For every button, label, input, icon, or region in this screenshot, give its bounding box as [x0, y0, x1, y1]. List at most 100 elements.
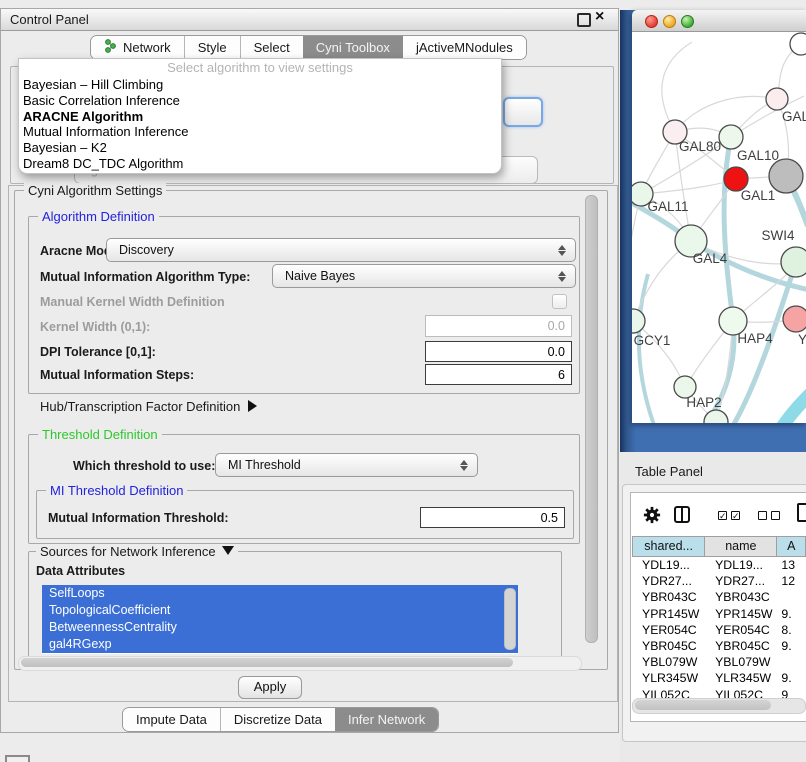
deselect-all-columns-icon[interactable] [758, 511, 780, 520]
dropdown-item[interactable]: Mutual Information Inference [19, 124, 501, 140]
tab-network[interactable]: Network [91, 36, 184, 59]
dropdown-item[interactable]: Basic Correlation Inference [19, 93, 501, 109]
which-threshold-combo[interactable]: MI Threshold [215, 453, 478, 477]
table-cell [777, 654, 806, 670]
network-node-gal10[interactable] [719, 125, 743, 149]
top-tab-bar: Network Style SelectCyni ToolboxjActiveMNo… [90, 35, 527, 60]
table-cell: 9. [777, 606, 806, 622]
mi-algorithm-type-combo[interactable]: Naive Bayes [272, 264, 576, 288]
select-all-columns-icon[interactable]: ✓✓ [718, 511, 740, 520]
mi-threshold-field[interactable]: 0.5 [420, 507, 565, 528]
table-row[interactable]: YDL19...YDL19...13 [632, 557, 806, 573]
network-nodes[interactable]: GALGAL80GAL10GAL1GAL11GAL4SWI4GCY1HAP4YH… [632, 33, 806, 423]
table-cell: 9. [777, 670, 806, 686]
table-row[interactable]: YPR145WYPR145W9. [632, 606, 806, 622]
tab-jactivemnodules[interactable]: jActiveMNodules [403, 36, 526, 59]
mi-threshold-definition-title: MI Threshold Definition [46, 483, 187, 498]
network-node[interactable] [704, 410, 728, 423]
table-row[interactable]: YBR045CYBR045C9. [632, 638, 806, 654]
sources-title-toggle[interactable]: Sources for Network Inference [36, 544, 238, 559]
minimize-traffic-light-icon[interactable] [663, 15, 676, 28]
kernel-width-field[interactable]: 0.0 [425, 315, 572, 337]
table-cell: YBR043C [632, 589, 705, 605]
tab-cyni-toolbox[interactable]: Cyni Toolbox [303, 36, 403, 59]
network-view-window: GALGAL80GAL10GAL1GAL11GAL4SWI4GCY1HAP4YH… [632, 10, 806, 423]
algorithm-combo-fragment[interactable] [503, 97, 543, 127]
column-header[interactable]: shared... [632, 536, 705, 557]
attributes-list-scrollbar[interactable] [504, 588, 516, 650]
apply-button[interactable]: Apply [238, 676, 302, 699]
table-cell: YDL19... [632, 557, 705, 573]
table-row[interactable]: YDR27...YDR27...12 [632, 573, 806, 589]
dropdown-item[interactable]: Dream8 DC_TDC Algorithm [19, 156, 501, 172]
table-cell: 12 [777, 573, 806, 589]
attribute-list-item[interactable]: TopologicalCoefficient [42, 602, 518, 619]
dropdown-item[interactable]: Bayesian – K2 [19, 140, 501, 156]
tab-label: Infer Network [348, 712, 425, 727]
network-node-gal[interactable] [766, 88, 788, 110]
split-panel-icon[interactable] [674, 506, 690, 523]
table-cell: YPR145W [705, 606, 777, 622]
attribute-list-item[interactable]: SelfLoops [42, 585, 518, 602]
hub-section-toggle[interactable]: Hub/Transcription Factor Definition [40, 399, 257, 414]
column-header[interactable]: name [705, 536, 777, 557]
attribute-list-item[interactable]: gal4RGexp [42, 636, 518, 653]
which-threshold-value: MI Threshold [228, 458, 301, 472]
tab-label: Discretize Data [234, 712, 322, 727]
tab-infer-network[interactable]: Infer Network [335, 708, 438, 731]
table-row[interactable]: YER054CYER054C8. [632, 622, 806, 638]
table-row[interactable]: YBL079WYBL079W [632, 654, 806, 670]
table-row[interactable]: YLR345WYLR345W9. [632, 670, 806, 686]
settings-horizontal-scrollbar-thumb[interactable] [21, 658, 513, 667]
close-traffic-light-icon[interactable] [645, 15, 658, 28]
table-cell: 8. [777, 622, 806, 638]
network-node-swi4[interactable] [781, 247, 806, 277]
table-rows: YDL19...YDL19...13YDR27...YDR27...12YBR0… [632, 557, 806, 704]
aracne-mode-combo[interactable]: Discovery [106, 238, 576, 262]
table-horizontal-scrollbar-thumb[interactable] [635, 700, 771, 710]
float-window-icon[interactable] [577, 13, 591, 27]
tab-label: Impute Data [136, 712, 207, 727]
settings-vertical-scrollbar[interactable] [585, 195, 598, 643]
bottom-tab-bar: Impute Data Discretize Data Infer Network [122, 707, 439, 732]
network-canvas[interactable]: GALGAL80GAL10GAL1GAL11GAL4SWI4GCY1HAP4YH… [632, 32, 806, 423]
table-cell: YBL079W [632, 654, 705, 670]
mi-algorithm-type-value: Naive Bayes [285, 269, 355, 283]
table-header: shared...nameA [632, 536, 806, 557]
mi-steps-field[interactable]: 6 [425, 364, 572, 385]
dropdown-item[interactable]: ARACNE Algorithm [19, 109, 501, 125]
attribute-list-item[interactable]: BetweennessCentrality [42, 619, 518, 636]
document-icon[interactable] [797, 503, 806, 522]
dropdown-prompt: Select algorithm to view settings [19, 59, 501, 77]
network-node[interactable] [790, 33, 806, 55]
table-row[interactable]: YBR043CYBR043C [632, 589, 806, 605]
algorithm-dropdown-popup: Select algorithm to view settings Bayesi… [18, 58, 502, 174]
stepper-arrows-icon [558, 269, 566, 284]
data-attributes-list[interactable]: SelfLoopsTopologicalCoefficientBetweenne… [42, 585, 518, 654]
algorithm-definition-title: Algorithm Definition [38, 209, 159, 224]
control-panel-titlebar[interactable] [0, 8, 619, 31]
table-cell: YDL19... [705, 557, 777, 573]
network-node[interactable] [769, 159, 803, 193]
network-window-titlebar[interactable] [632, 10, 806, 32]
network-node-y[interactable] [783, 306, 806, 332]
sources-title: Sources for Network Inference [40, 544, 216, 559]
dpi-tolerance-field[interactable]: 0.0 [425, 341, 572, 362]
corner-chip[interactable] [5, 755, 30, 762]
manual-kernel-checkbox[interactable] [552, 294, 567, 309]
dropdown-item[interactable]: Bayesian – Hill Climbing [19, 77, 501, 93]
collapse-down-icon [222, 546, 234, 555]
tab-discretize-data[interactable]: Discretize Data [220, 708, 335, 731]
zoom-traffic-light-icon[interactable] [681, 15, 694, 28]
manual-kernel-label: Manual Kernel Width Definition [40, 295, 225, 309]
tab-style[interactable]: Style [184, 36, 240, 59]
column-header[interactable]: A [777, 536, 806, 557]
table-cell: YLR345W [632, 670, 705, 686]
close-icon[interactable]: × [595, 8, 604, 26]
gear-icon[interactable] [643, 506, 661, 529]
table-panel-title: Table Panel [635, 464, 703, 479]
tab-impute-data[interactable]: Impute Data [123, 708, 220, 731]
tab-select[interactable]: Select [240, 36, 303, 59]
tab-label: Style [198, 40, 227, 55]
node-label: GAL80 [679, 139, 721, 154]
